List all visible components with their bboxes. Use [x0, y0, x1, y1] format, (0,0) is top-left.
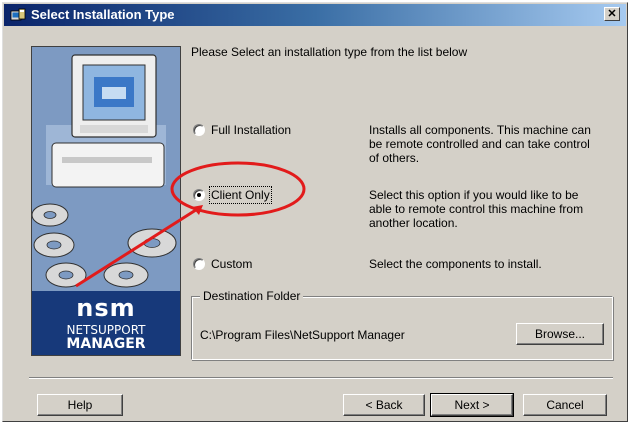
destination-folder-path: C:\Program Files\NetSupport Manager — [200, 328, 405, 342]
option-client-only[interactable]: Client Only Select this option if you wo… — [193, 186, 603, 239]
instruction-text: Please Select an installation type from … — [191, 45, 468, 59]
client-only-label[interactable]: Client Only — [209, 186, 272, 204]
installer-icon — [10, 7, 26, 23]
destination-folder-group: Destination Folder C:\Program Files\NetS… — [191, 289, 613, 360]
option-full-installation[interactable]: Full Installation Installs all component… — [193, 123, 603, 174]
help-button[interactable]: Help — [37, 394, 123, 416]
custom-radio[interactable] — [193, 258, 205, 270]
close-icon[interactable]: ✕ — [604, 7, 620, 21]
full-installation-description: Installs all components. This machine ca… — [369, 123, 591, 165]
client-only-description: Select this option if you would like to … — [369, 188, 584, 230]
client-only-radio[interactable] — [193, 189, 205, 201]
cancel-button[interactable]: Cancel — [523, 394, 607, 416]
side-illustration: nsm NETSUPPORT MANAGER — [31, 46, 181, 356]
footer-separator — [29, 377, 613, 379]
back-button[interactable]: < Back — [343, 394, 425, 416]
computer-illustration — [32, 47, 180, 293]
full-installation-radio[interactable] — [193, 124, 205, 136]
title-bar[interactable]: Select Installation Type ✕ — [4, 4, 626, 26]
custom-description: Select the components to install. — [369, 257, 542, 271]
browse-button[interactable]: Browse... — [516, 323, 604, 345]
logo-line-1: NETSUPPORT — [66, 323, 146, 337]
netsupport-logo: nsm NETSUPPORT MANAGER — [32, 291, 180, 355]
next-button[interactable]: Next > — [430, 393, 514, 417]
install-type-dialog: Select Installation Type ✕ nsm NETSUPPOR… — [2, 2, 628, 422]
destination-folder-legend: Destination Folder — [200, 289, 304, 303]
full-installation-label[interactable]: Full Installation — [211, 123, 291, 137]
logo-wordmark: nsm — [76, 294, 136, 322]
logo-line-2: MANAGER — [66, 336, 146, 352]
window-title: Select Installation Type — [31, 7, 175, 22]
custom-label[interactable]: Custom — [211, 257, 252, 271]
